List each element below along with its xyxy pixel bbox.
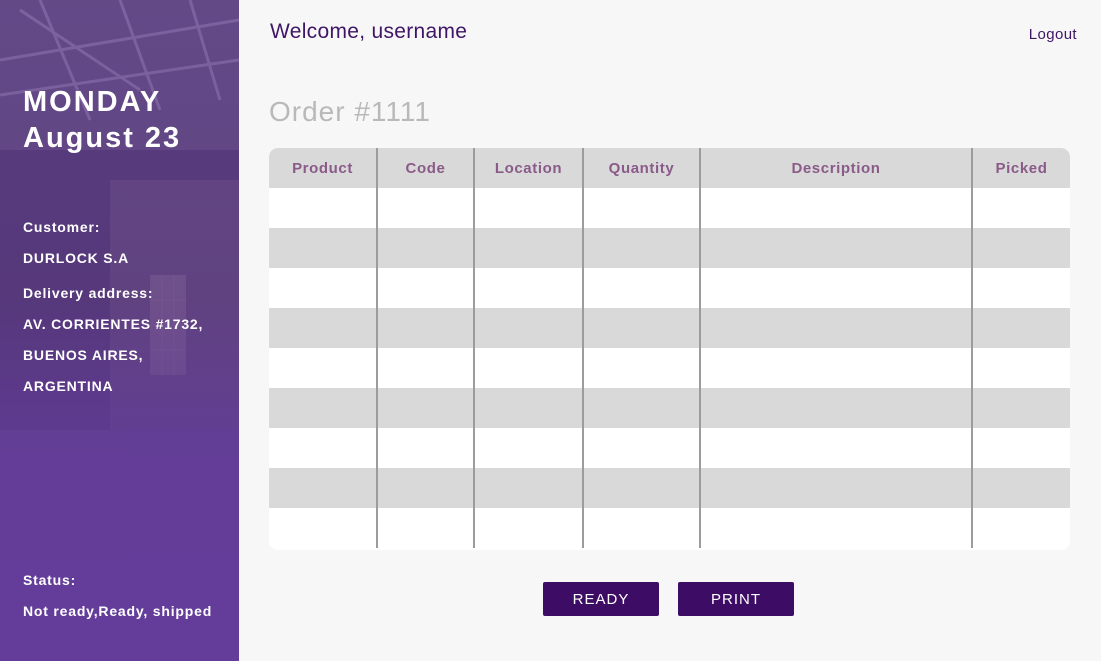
ready-button[interactable]: READY — [543, 582, 659, 616]
table-cell[interactable] — [474, 348, 584, 388]
table-cell[interactable] — [700, 468, 973, 508]
table-cell[interactable] — [377, 188, 475, 228]
column-header-description: Description — [700, 148, 973, 188]
table-cell[interactable] — [377, 348, 475, 388]
order-table-container: Product Code Location Quantity Descripti… — [269, 148, 1070, 550]
status-value: Not ready,Ready, shipped — [23, 603, 213, 619]
table-cell[interactable] — [972, 388, 1070, 428]
table-cell[interactable] — [474, 308, 584, 348]
table-cell[interactable] — [583, 228, 701, 268]
table-cell[interactable] — [583, 348, 701, 388]
table-cell[interactable] — [377, 308, 475, 348]
table-cell[interactable] — [269, 308, 378, 348]
table-cell[interactable] — [474, 268, 584, 308]
table-row[interactable] — [269, 188, 1070, 228]
table-cell[interactable] — [269, 428, 378, 468]
table-cell[interactable] — [377, 268, 475, 308]
table-row[interactable] — [269, 508, 1070, 548]
date: August 23 — [23, 122, 182, 154]
column-header-product: Product — [269, 148, 378, 188]
table-cell[interactable] — [377, 468, 475, 508]
table-cell[interactable] — [700, 388, 973, 428]
table-cell[interactable] — [972, 348, 1070, 388]
table-cell[interactable] — [972, 508, 1070, 548]
table-cell[interactable] — [474, 428, 584, 468]
table-row[interactable] — [269, 428, 1070, 468]
customer-value: DURLOCK S.A — [23, 250, 130, 266]
welcome-message: Welcome, username — [270, 20, 468, 43]
customer-label: Customer: — [23, 219, 101, 235]
table-cell[interactable] — [972, 308, 1070, 348]
table-cell[interactable] — [972, 188, 1070, 228]
table-cell[interactable] — [972, 228, 1070, 268]
column-header-code: Code — [377, 148, 475, 188]
table-cell[interactable] — [269, 388, 378, 428]
table-cell[interactable] — [269, 188, 378, 228]
table-row[interactable] — [269, 388, 1070, 428]
table-cell[interactable] — [583, 428, 701, 468]
table-cell[interactable] — [972, 268, 1070, 308]
sidebar: MONDAY August 23 Customer: DURLOCK S.A D… — [0, 0, 239, 661]
table-cell[interactable] — [377, 428, 475, 468]
table-cell[interactable] — [269, 508, 378, 548]
column-header-location: Location — [474, 148, 584, 188]
print-button[interactable]: PRINT — [678, 582, 794, 616]
table-cell[interactable] — [583, 508, 701, 548]
delivery-address-label: Delivery address: — [23, 285, 154, 301]
table-cell[interactable] — [474, 468, 584, 508]
table-row[interactable] — [269, 308, 1070, 348]
table-cell[interactable] — [700, 348, 973, 388]
delivery-address-line: ARGENTINA — [23, 378, 114, 394]
table-cell[interactable] — [583, 468, 701, 508]
table-row[interactable] — [269, 228, 1070, 268]
order-title: Order #1111 — [269, 96, 431, 127]
table-cell[interactable] — [700, 268, 973, 308]
table-cell[interactable] — [700, 428, 973, 468]
logout-link[interactable]: Logout — [1029, 26, 1077, 43]
weekday: MONDAY — [23, 86, 162, 118]
table-cell[interactable] — [269, 228, 378, 268]
table-cell[interactable] — [583, 308, 701, 348]
order-table: Product Code Location Quantity Descripti… — [269, 148, 1070, 548]
table-row[interactable] — [269, 468, 1070, 508]
column-header-picked: Picked — [972, 148, 1070, 188]
table-cell[interactable] — [269, 268, 378, 308]
table-cell[interactable] — [700, 508, 973, 548]
table-cell[interactable] — [377, 388, 475, 428]
delivery-address-line: BUENOS AIRES, — [23, 347, 144, 363]
table-cell[interactable] — [972, 468, 1070, 508]
table-row[interactable] — [269, 348, 1070, 388]
sidebar-content: MONDAY August 23 Customer: DURLOCK S.A D… — [0, 0, 239, 661]
table-cell[interactable] — [700, 188, 973, 228]
table-cell[interactable] — [583, 388, 701, 428]
table-header-row: Product Code Location Quantity Descripti… — [269, 148, 1070, 188]
table-cell[interactable] — [474, 508, 584, 548]
status-label: Status: — [23, 572, 77, 588]
table-cell[interactable] — [583, 268, 701, 308]
table-cell[interactable] — [377, 228, 475, 268]
column-header-quantity: Quantity — [583, 148, 701, 188]
table-cell[interactable] — [583, 188, 701, 228]
table-cell[interactable] — [972, 428, 1070, 468]
delivery-address-line: AV. CORRIENTES #1732, — [23, 316, 204, 332]
table-cell[interactable] — [269, 348, 378, 388]
table-cell[interactable] — [474, 228, 584, 268]
table-cell[interactable] — [269, 468, 378, 508]
table-cell[interactable] — [700, 308, 973, 348]
table-cell[interactable] — [377, 508, 475, 548]
table-cell[interactable] — [474, 188, 584, 228]
table-cell[interactable] — [474, 388, 584, 428]
table-cell[interactable] — [700, 228, 973, 268]
table-row[interactable] — [269, 268, 1070, 308]
